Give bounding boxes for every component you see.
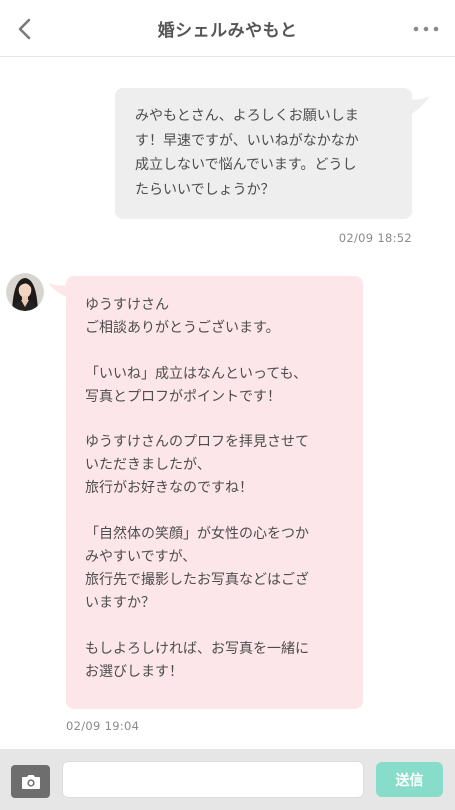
avatar-image bbox=[6, 273, 44, 311]
camera-button[interactable] bbox=[11, 765, 50, 798]
page-title: 婚シェルみやもと bbox=[157, 20, 298, 41]
avatar[interactable] bbox=[6, 273, 44, 311]
camera-icon bbox=[21, 774, 40, 789]
header-bar: 婚シェルみやもと bbox=[0, 0, 455, 57]
sent-message-time: 02/09 18:52 bbox=[338, 231, 412, 245]
chevron-left-icon bbox=[18, 18, 31, 40]
send-button[interactable]: 送信 bbox=[376, 762, 443, 797]
received-message-time: 02/09 19:04 bbox=[66, 719, 140, 733]
message-input[interactable] bbox=[62, 761, 364, 798]
received-message-bubble: ゆうすけさん ご相談ありがとうございます。 「いいね」成立はなんといっても、 写… bbox=[66, 276, 363, 709]
more-button[interactable] bbox=[409, 14, 443, 44]
chat-screen: 婚シェルみやもと みやもとさん、よろしくお願いしま す！早速ですが、いいねがなか… bbox=[0, 0, 455, 810]
back-button[interactable] bbox=[10, 14, 40, 44]
more-horizontal-icon bbox=[413, 26, 439, 32]
message-composer: 送信 bbox=[0, 749, 455, 810]
sent-message-bubble: みやもとさん、よろしくお願いしま す！早速ですが、いいねがなかなか 成立しないで… bbox=[115, 88, 412, 219]
